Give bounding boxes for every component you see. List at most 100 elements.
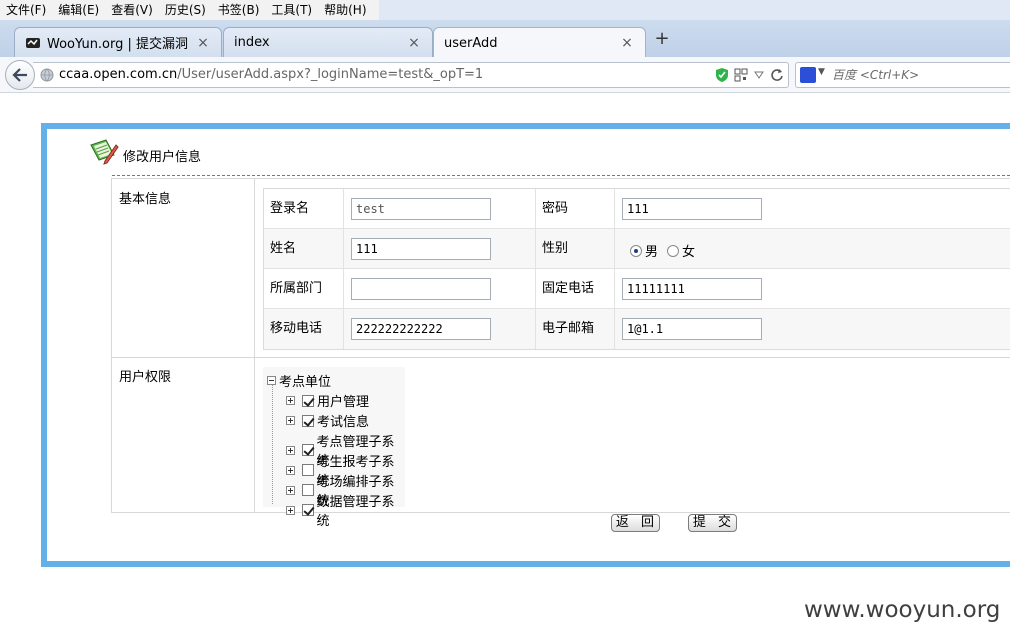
tree-root-label: 考点单位 bbox=[279, 375, 332, 390]
tab-index[interactable]: index × bbox=[223, 27, 433, 57]
cell-divider bbox=[614, 229, 615, 269]
wooyun-favicon-icon bbox=[26, 37, 40, 48]
gender-male-radio[interactable] bbox=[630, 244, 642, 257]
phone-label: 固定电话 bbox=[542, 281, 595, 296]
tree-connector-line bbox=[272, 384, 273, 504]
watermark: www.wooyun.org bbox=[804, 597, 1001, 623]
search-bar[interactable]: ▼ 百度 <Ctrl+K> bbox=[795, 62, 1010, 88]
cell-divider bbox=[535, 229, 536, 269]
tree-checkbox[interactable] bbox=[302, 394, 314, 407]
back-button[interactable] bbox=[5, 60, 35, 90]
menu-view[interactable]: 查看(V) bbox=[105, 0, 159, 20]
basic-info-label: 基本信息 bbox=[119, 192, 172, 207]
url-domain: ccaa.open.com.cn bbox=[59, 67, 178, 82]
chevron-down-icon[interactable]: ▼ bbox=[818, 67, 825, 77]
tab-label: userAdd bbox=[444, 35, 498, 51]
form-row: 姓名 性别 男 女 bbox=[264, 229, 1010, 269]
gender-male-option[interactable]: 男 bbox=[630, 241, 658, 260]
expand-icon[interactable] bbox=[286, 505, 295, 515]
permission-cell: 用户权限 bbox=[112, 357, 255, 513]
baidu-engine-icon[interactable] bbox=[800, 67, 816, 83]
shield-icon[interactable] bbox=[715, 67, 729, 83]
login-name-label: 登录名 bbox=[270, 201, 310, 216]
form-row: 所属部门 固定电话 bbox=[264, 269, 1010, 309]
mobile-input[interactable] bbox=[351, 318, 491, 340]
edit-user-icon bbox=[90, 139, 119, 165]
form-row: 移动电话 电子邮箱 bbox=[264, 309, 1010, 349]
globe-icon bbox=[40, 68, 54, 82]
login-name-input[interactable] bbox=[351, 198, 491, 220]
submit-button[interactable]: 提 交 bbox=[688, 514, 737, 532]
menu-help[interactable]: 帮助(H) bbox=[318, 0, 372, 20]
collapse-icon[interactable] bbox=[267, 376, 276, 385]
qr-code-icon[interactable] bbox=[734, 68, 748, 82]
expand-icon[interactable] bbox=[286, 416, 295, 425]
url-path: /User/userAdd.aspx?_loginName=test&_opT=… bbox=[177, 67, 484, 82]
tab-close-icon[interactable]: × bbox=[406, 35, 422, 51]
page-header: 修改用户信息 bbox=[88, 137, 201, 167]
tree-node-exam-info[interactable]: 考试信息 bbox=[286, 411, 369, 430]
name-label: 姓名 bbox=[270, 241, 297, 256]
back-button[interactable]: 返 回 bbox=[611, 514, 660, 532]
password-label: 密码 bbox=[542, 201, 569, 216]
gender-male-label: 男 bbox=[645, 245, 659, 260]
tab-useradd[interactable]: userAdd × bbox=[433, 27, 646, 58]
gender-female-radio[interactable] bbox=[667, 244, 679, 257]
tab-wooyun[interactable]: WooYun.org | 提交漏洞 × bbox=[14, 27, 222, 57]
cell-divider bbox=[343, 189, 344, 229]
page-title: 修改用户信息 bbox=[123, 149, 202, 165]
menu-bookmarks[interactable]: 书签(B) bbox=[212, 0, 266, 20]
basic-info-cell: 基本信息 bbox=[112, 179, 255, 357]
tab-close-icon[interactable]: × bbox=[619, 35, 635, 51]
tab-label: WooYun.org | 提交漏洞 bbox=[47, 37, 189, 52]
email-input[interactable] bbox=[622, 318, 762, 340]
menu-area: 文件(F) 编辑(E) 查看(V) 历史(S) 书签(B) 工具(T) 帮助(H… bbox=[0, 0, 379, 20]
cell-divider bbox=[614, 309, 615, 349]
cell-divider bbox=[343, 229, 344, 269]
tree-node-label: 用户管理 bbox=[317, 395, 370, 410]
menu-edit[interactable]: 编辑(E) bbox=[52, 0, 105, 20]
user-form: 基本信息 用户权限 登录名 密码 姓名 性别 男 bbox=[111, 178, 1010, 529]
cell-divider bbox=[614, 189, 615, 229]
phone-input[interactable] bbox=[622, 278, 762, 300]
tree-checkbox[interactable] bbox=[302, 414, 314, 427]
form-row: 登录名 密码 bbox=[264, 189, 1010, 229]
name-input[interactable] bbox=[351, 238, 491, 260]
tree-node-user-management[interactable]: 用户管理 bbox=[286, 391, 369, 410]
menu-file[interactable]: 文件(F) bbox=[0, 0, 52, 20]
cell-divider bbox=[535, 309, 536, 349]
menu-history[interactable]: 历史(S) bbox=[159, 0, 212, 20]
password-input[interactable] bbox=[622, 198, 762, 220]
back-arrow-icon bbox=[12, 68, 27, 82]
menu-tools[interactable]: 工具(T) bbox=[265, 0, 318, 20]
url-text: ccaa.open.com.cn/User/userAdd.aspx?_logi… bbox=[59, 63, 483, 87]
tree-root[interactable]: 考点单位 bbox=[267, 371, 331, 390]
expand-icon[interactable] bbox=[286, 396, 295, 405]
cell-divider bbox=[535, 189, 536, 229]
tab-strip: WooYun.org | 提交漏洞 × index × userAdd × + bbox=[0, 20, 1010, 58]
mobile-label: 移动电话 bbox=[270, 321, 323, 336]
address-bar-icons bbox=[715, 67, 784, 83]
gender-female-label: 女 bbox=[682, 245, 696, 260]
title-divider bbox=[112, 175, 1010, 176]
tree-node-label: 考试信息 bbox=[317, 415, 370, 430]
gender-label: 性别 bbox=[542, 241, 569, 256]
menu-bar: 文件(F) 编辑(E) 查看(V) 历史(S) 书签(B) 工具(T) 帮助(H… bbox=[0, 0, 1010, 20]
tree-node-label: 数据管理子系统 bbox=[316, 495, 395, 529]
reload-icon[interactable] bbox=[770, 68, 784, 82]
tab-close-icon[interactable]: × bbox=[195, 35, 211, 51]
tree-checkbox[interactable] bbox=[301, 504, 314, 516]
tree-node-data-management[interactable]: 数据管理子系统 bbox=[286, 491, 405, 529]
gender-female-option[interactable]: 女 bbox=[667, 241, 695, 260]
basic-info-table: 登录名 密码 姓名 性别 男 女 所属部门 bbox=[263, 188, 1010, 350]
new-tab-button[interactable]: + bbox=[652, 30, 672, 50]
tab-label: index bbox=[234, 35, 270, 50]
address-bar[interactable]: ccaa.open.com.cn/User/userAdd.aspx?_logi… bbox=[33, 62, 789, 88]
dropdown-triangle-icon[interactable] bbox=[753, 69, 765, 81]
cell-divider bbox=[343, 269, 344, 309]
department-input[interactable] bbox=[351, 278, 491, 300]
department-label: 所属部门 bbox=[270, 281, 323, 296]
cell-divider bbox=[343, 309, 344, 349]
navigation-bar: ccaa.open.com.cn/User/userAdd.aspx?_logi… bbox=[0, 57, 1010, 93]
cell-divider bbox=[614, 269, 615, 309]
